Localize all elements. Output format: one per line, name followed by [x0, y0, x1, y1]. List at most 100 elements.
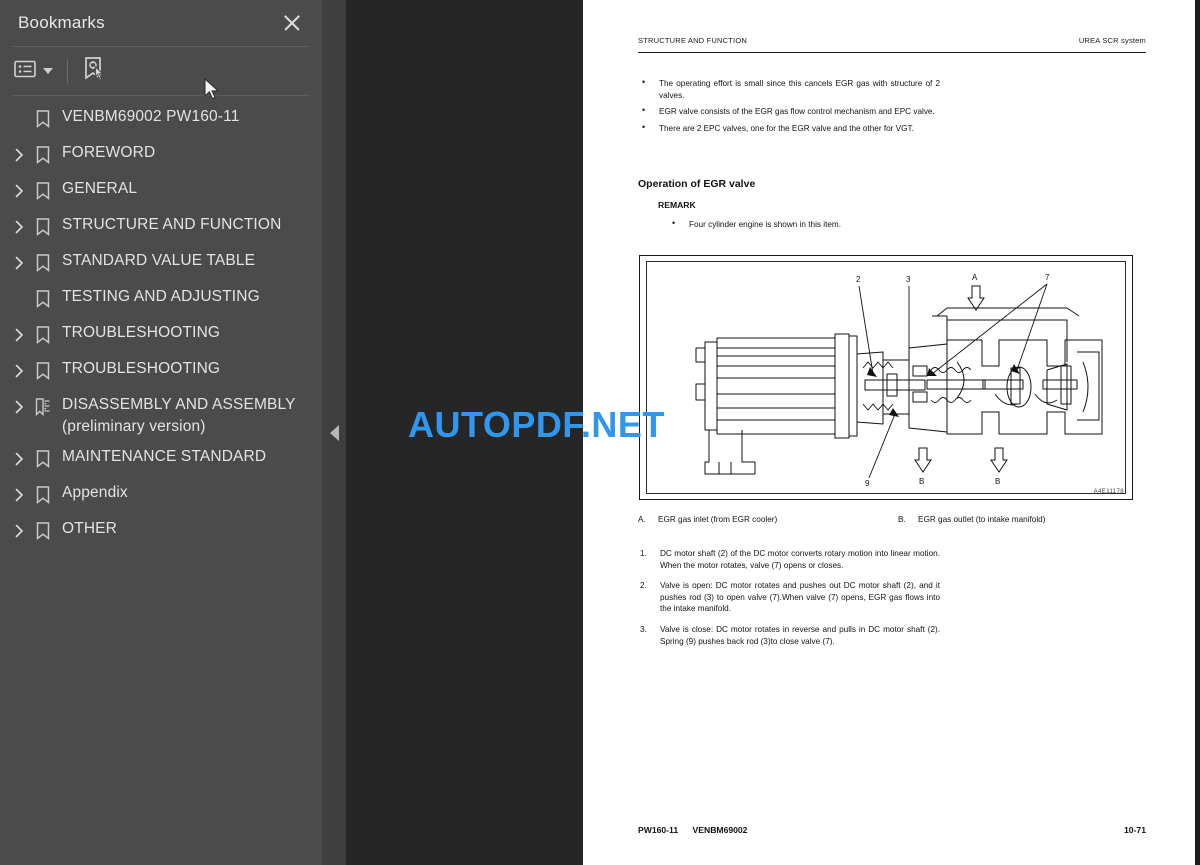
bookmark-item-disassembly-and-assembly[interactable]: DISASSEMBLY AND ASSEMBLY (preliminary ve…	[0, 390, 322, 442]
bookmark-label: FOREWORD	[62, 144, 156, 161]
chevron-down-icon	[43, 68, 53, 74]
step-text: Valve is close: DC motor rotates in reve…	[660, 624, 940, 646]
bookmark-list: VENBM69002 PW160-11 FOREWORD GENERAL STR…	[0, 96, 322, 550]
expand-chevron-icon[interactable]	[8, 214, 30, 240]
bookmark-item-troubleshooting-1[interactable]: TROUBLESHOOTING	[0, 318, 322, 354]
bookmark-tree-icon	[30, 394, 56, 420]
legend-key: A.	[638, 515, 646, 524]
bookmark-label: STRUCTURE AND FUNCTION	[62, 216, 282, 233]
bookmark-item-maintenance-standard[interactable]: MAINTENANCE STANDARD	[0, 442, 322, 478]
step-number: 1.	[640, 549, 647, 558]
bookmark-label: DISASSEMBLY AND ASSEMBLY (preliminary ve…	[62, 396, 296, 435]
list-item: EGR valve consists of the EGR gas flow c…	[638, 105, 940, 118]
list-item: Four cylinder engine is shown in this it…	[668, 218, 943, 231]
legend-item-b: B. EGR gas outlet (to intake manifold)	[898, 515, 1045, 524]
close-icon[interactable]	[280, 11, 304, 35]
page-header-right: UREA SCR system	[1078, 36, 1146, 45]
step-number: 3.	[640, 624, 647, 634]
bookmark-label: STANDARD VALUE TABLE	[62, 252, 256, 269]
bookmark-item-other[interactable]: OTHER	[0, 514, 322, 550]
list-item: The operating effort is small since this…	[638, 77, 940, 101]
page-footer-left: PW160-11 VENBM69002	[638, 825, 759, 835]
list-options-icon	[14, 60, 36, 83]
expand-chevron-icon[interactable]	[8, 322, 30, 348]
bookmark-options-button[interactable]	[14, 56, 53, 86]
sidebar-collapse-splitter[interactable]	[322, 0, 346, 865]
figure-inner-frame: 2 3 7 9 A B B	[646, 261, 1126, 494]
legend-text: EGR gas outlet (to intake manifold)	[918, 515, 1046, 524]
step-text: DC motor shaft (2) of the DC motor conve…	[660, 549, 940, 570]
collapse-left-icon[interactable]	[329, 424, 339, 441]
bookmark-icon	[30, 178, 56, 204]
remark-bullet-list: Four cylinder engine is shown in this it…	[668, 218, 943, 236]
footer-doc-no: VENBM69002	[692, 825, 748, 835]
step-number: 2.	[640, 581, 647, 591]
expand-chevron-icon[interactable]	[8, 518, 30, 544]
bookmark-item-standard-value-table[interactable]: STANDARD VALUE TABLE	[0, 246, 322, 282]
expand-chevron-icon[interactable]	[8, 394, 30, 420]
expand-chevron-icon[interactable]	[8, 178, 30, 204]
bookmark-label: TROUBLESHOOTING	[62, 324, 221, 341]
page-footer: PW160-11 VENBM69002 10-71	[638, 825, 1146, 835]
panel-title: Bookmarks	[18, 13, 105, 32]
page-header: STRUCTURE AND FUNCTION UREA SCR system	[638, 36, 1146, 45]
bookmark-label: MAINTENANCE STANDARD	[62, 448, 267, 465]
figure-legend: A. EGR gas inlet (from EGR cooler) B. EG…	[638, 515, 1146, 524]
viewer-right-edge	[1195, 0, 1200, 865]
bookmark-icon	[30, 446, 56, 472]
bookmark-label: OTHER	[62, 520, 117, 537]
bookmarks-toolbar	[0, 47, 322, 95]
toolbar-separator	[67, 59, 68, 83]
bookmark-item-appendix[interactable]: Appendix	[0, 478, 322, 514]
svg-text:A: A	[972, 273, 978, 282]
bookmark-label: GENERAL	[62, 180, 138, 197]
bookmark-icon	[30, 482, 56, 508]
new-bookmark-icon	[82, 56, 106, 87]
list-item: 1. DC motor shaft (2) of the DC motor co…	[638, 548, 940, 571]
svg-text:3: 3	[906, 275, 911, 284]
expand-chevron-icon[interactable]	[8, 142, 30, 168]
bookmark-item-foreword[interactable]: FOREWORD	[0, 138, 322, 174]
bookmark-label: Appendix	[62, 484, 128, 501]
footer-model: PW160-11	[638, 825, 679, 835]
pdf-page-viewer[interactable]: STRUCTURE AND FUNCTION UREA SCR system T…	[346, 0, 1200, 865]
bookmark-icon	[30, 142, 56, 168]
bookmark-icon	[30, 286, 56, 312]
list-item: There are 2 EPC valves, one for the EGR …	[638, 122, 940, 135]
list-item: 2. Valve is open: DC motor rotates and p…	[638, 580, 940, 615]
bookmark-item-testing-and-adjusting[interactable]: TESTING AND ADJUSTING	[0, 282, 322, 318]
bookmarks-panel-header: Bookmarks	[0, 0, 322, 46]
page-header-left: STRUCTURE AND FUNCTION	[638, 36, 747, 45]
bookmark-item-troubleshooting-2[interactable]: TROUBLESHOOTING	[0, 354, 322, 390]
svg-text:7: 7	[1045, 273, 1050, 282]
expand-chevron-icon[interactable]	[8, 482, 30, 508]
bookmark-item-venbm69002[interactable]: VENBM69002 PW160-11	[0, 102, 322, 138]
intro-bullet-list: The operating effort is small since this…	[638, 77, 940, 139]
expand-chevron-icon[interactable]	[8, 250, 30, 276]
bookmark-item-structure-and-function[interactable]: STRUCTURE AND FUNCTION	[0, 210, 322, 246]
bookmark-icon	[30, 358, 56, 384]
bookmarks-panel: Bookmarks VENBM69002 PW160-11 FOREWORD G…	[0, 0, 322, 865]
section-heading: Operation of EGR valve	[638, 178, 756, 190]
operation-step-list: 1. DC motor shaft (2) of the DC motor co…	[638, 548, 940, 656]
bookmark-label: VENBM69002 PW160-11	[62, 108, 240, 125]
new-bookmark-button[interactable]	[82, 56, 106, 86]
svg-text:B: B	[995, 477, 1000, 486]
bookmark-icon	[30, 106, 56, 132]
bookmark-icon	[30, 250, 56, 276]
page-number: 10-71	[1124, 825, 1146, 835]
svg-text:9: 9	[865, 479, 870, 488]
pdf-page: STRUCTURE AND FUNCTION UREA SCR system T…	[583, 0, 1195, 865]
figure-frame: 2 3 7 9 A B B A4E11178	[639, 255, 1133, 500]
bookmark-icon	[30, 322, 56, 348]
bookmark-item-general[interactable]: GENERAL	[0, 174, 322, 210]
pdf-viewer-window: Bookmarks VENBM69002 PW160-11 FOREWORD G…	[0, 0, 1200, 865]
expand-chevron-icon[interactable]	[8, 358, 30, 384]
expand-chevron-icon[interactable]	[8, 446, 30, 472]
egr-valve-diagram: 2 3 7 9 A B B	[695, 273, 1103, 488]
remark-label: REMARK	[658, 200, 696, 210]
bookmark-label: TESTING AND ADJUSTING	[62, 288, 260, 305]
legend-item-a: A. EGR gas inlet (from EGR cooler)	[638, 515, 898, 524]
